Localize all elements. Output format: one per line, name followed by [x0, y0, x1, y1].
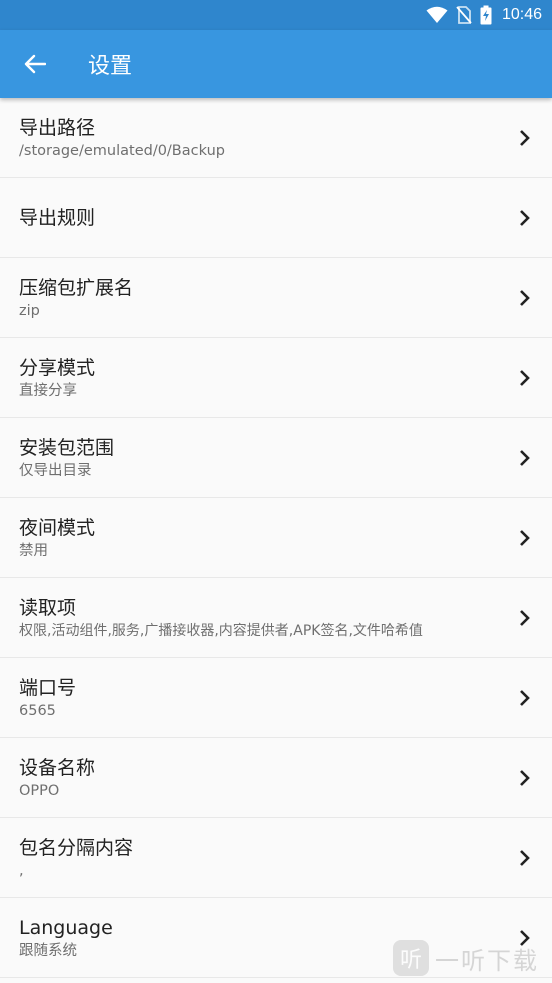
setting-title: 压缩包扩展名 — [19, 276, 134, 299]
setting-value: zip — [19, 302, 40, 319]
setting-value: 禁用 — [19, 542, 48, 559]
app-bar: 设置 — [0, 30, 552, 98]
setting-title: 读取项 — [19, 596, 77, 619]
chevron-right-icon — [520, 769, 530, 786]
setting-export-path[interactable]: 导出路径 /storage/emulated/0/Backup — [0, 98, 552, 178]
setting-port-number[interactable]: 端口号 6565 — [0, 658, 552, 738]
watermark-text: 一听下载 — [435, 946, 539, 975]
setting-title: 导出规则 — [19, 206, 96, 229]
setting-read-items[interactable]: 读取项 权限,活动组件,服务,广播接收器,内容提供者,APK签名,文件哈希值 — [0, 578, 552, 658]
chevron-right-icon — [520, 289, 530, 306]
status-bar: 10:46 — [0, 0, 552, 30]
chevron-right-icon — [520, 609, 530, 626]
watermark: 听 一听下载 — [387, 933, 552, 983]
no-sim-icon — [456, 6, 472, 24]
setting-value: OPPO — [19, 782, 60, 799]
setting-title: 设备名称 — [19, 756, 96, 779]
battery-charging-icon — [480, 5, 492, 25]
setting-package-scope[interactable]: 安装包范围 仅导出目录 — [0, 418, 552, 498]
setting-export-rules[interactable]: 导出规则 — [0, 178, 552, 258]
watermark-logo: 听 — [393, 940, 429, 976]
page-title: 设置 — [88, 54, 133, 79]
wifi-icon — [426, 6, 448, 23]
setting-night-mode[interactable]: 夜间模式 禁用 — [0, 498, 552, 578]
setting-title: 包名分隔内容 — [19, 836, 134, 859]
chevron-right-icon — [520, 129, 530, 146]
chevron-right-icon — [520, 209, 530, 226]
setting-value: 权限,活动组件,服务,广播接收器,内容提供者,APK签名,文件哈希值 — [19, 622, 423, 639]
setting-title: 安装包范围 — [19, 436, 115, 459]
setting-package-separator[interactable]: 包名分隔内容 , — [0, 818, 552, 898]
settings-list: 导出路径 /storage/emulated/0/Backup 导出规则 压缩包… — [0, 98, 552, 978]
setting-title: 端口号 — [19, 676, 77, 699]
chevron-right-icon — [520, 529, 530, 546]
chevron-right-icon — [520, 849, 530, 866]
setting-title: 导出路径 — [19, 116, 96, 139]
setting-value: 仅导出目录 — [19, 462, 92, 479]
setting-value: 直接分享 — [19, 382, 77, 399]
chevron-right-icon — [520, 369, 530, 386]
chevron-right-icon — [520, 689, 530, 706]
chevron-right-icon — [520, 449, 530, 466]
setting-share-mode[interactable]: 分享模式 直接分享 — [0, 338, 552, 418]
status-time: 10:46 — [501, 6, 542, 23]
setting-value: /storage/emulated/0/Backup — [19, 142, 225, 159]
setting-value: , — [19, 862, 24, 879]
setting-device-name[interactable]: 设备名称 OPPO — [0, 738, 552, 818]
setting-title: 分享模式 — [19, 356, 96, 379]
setting-archive-extension[interactable]: 压缩包扩展名 zip — [0, 258, 552, 338]
setting-title: 夜间模式 — [19, 516, 96, 539]
arrow-back-icon — [24, 54, 46, 74]
back-button[interactable] — [0, 30, 70, 98]
setting-value: 6565 — [19, 702, 56, 719]
